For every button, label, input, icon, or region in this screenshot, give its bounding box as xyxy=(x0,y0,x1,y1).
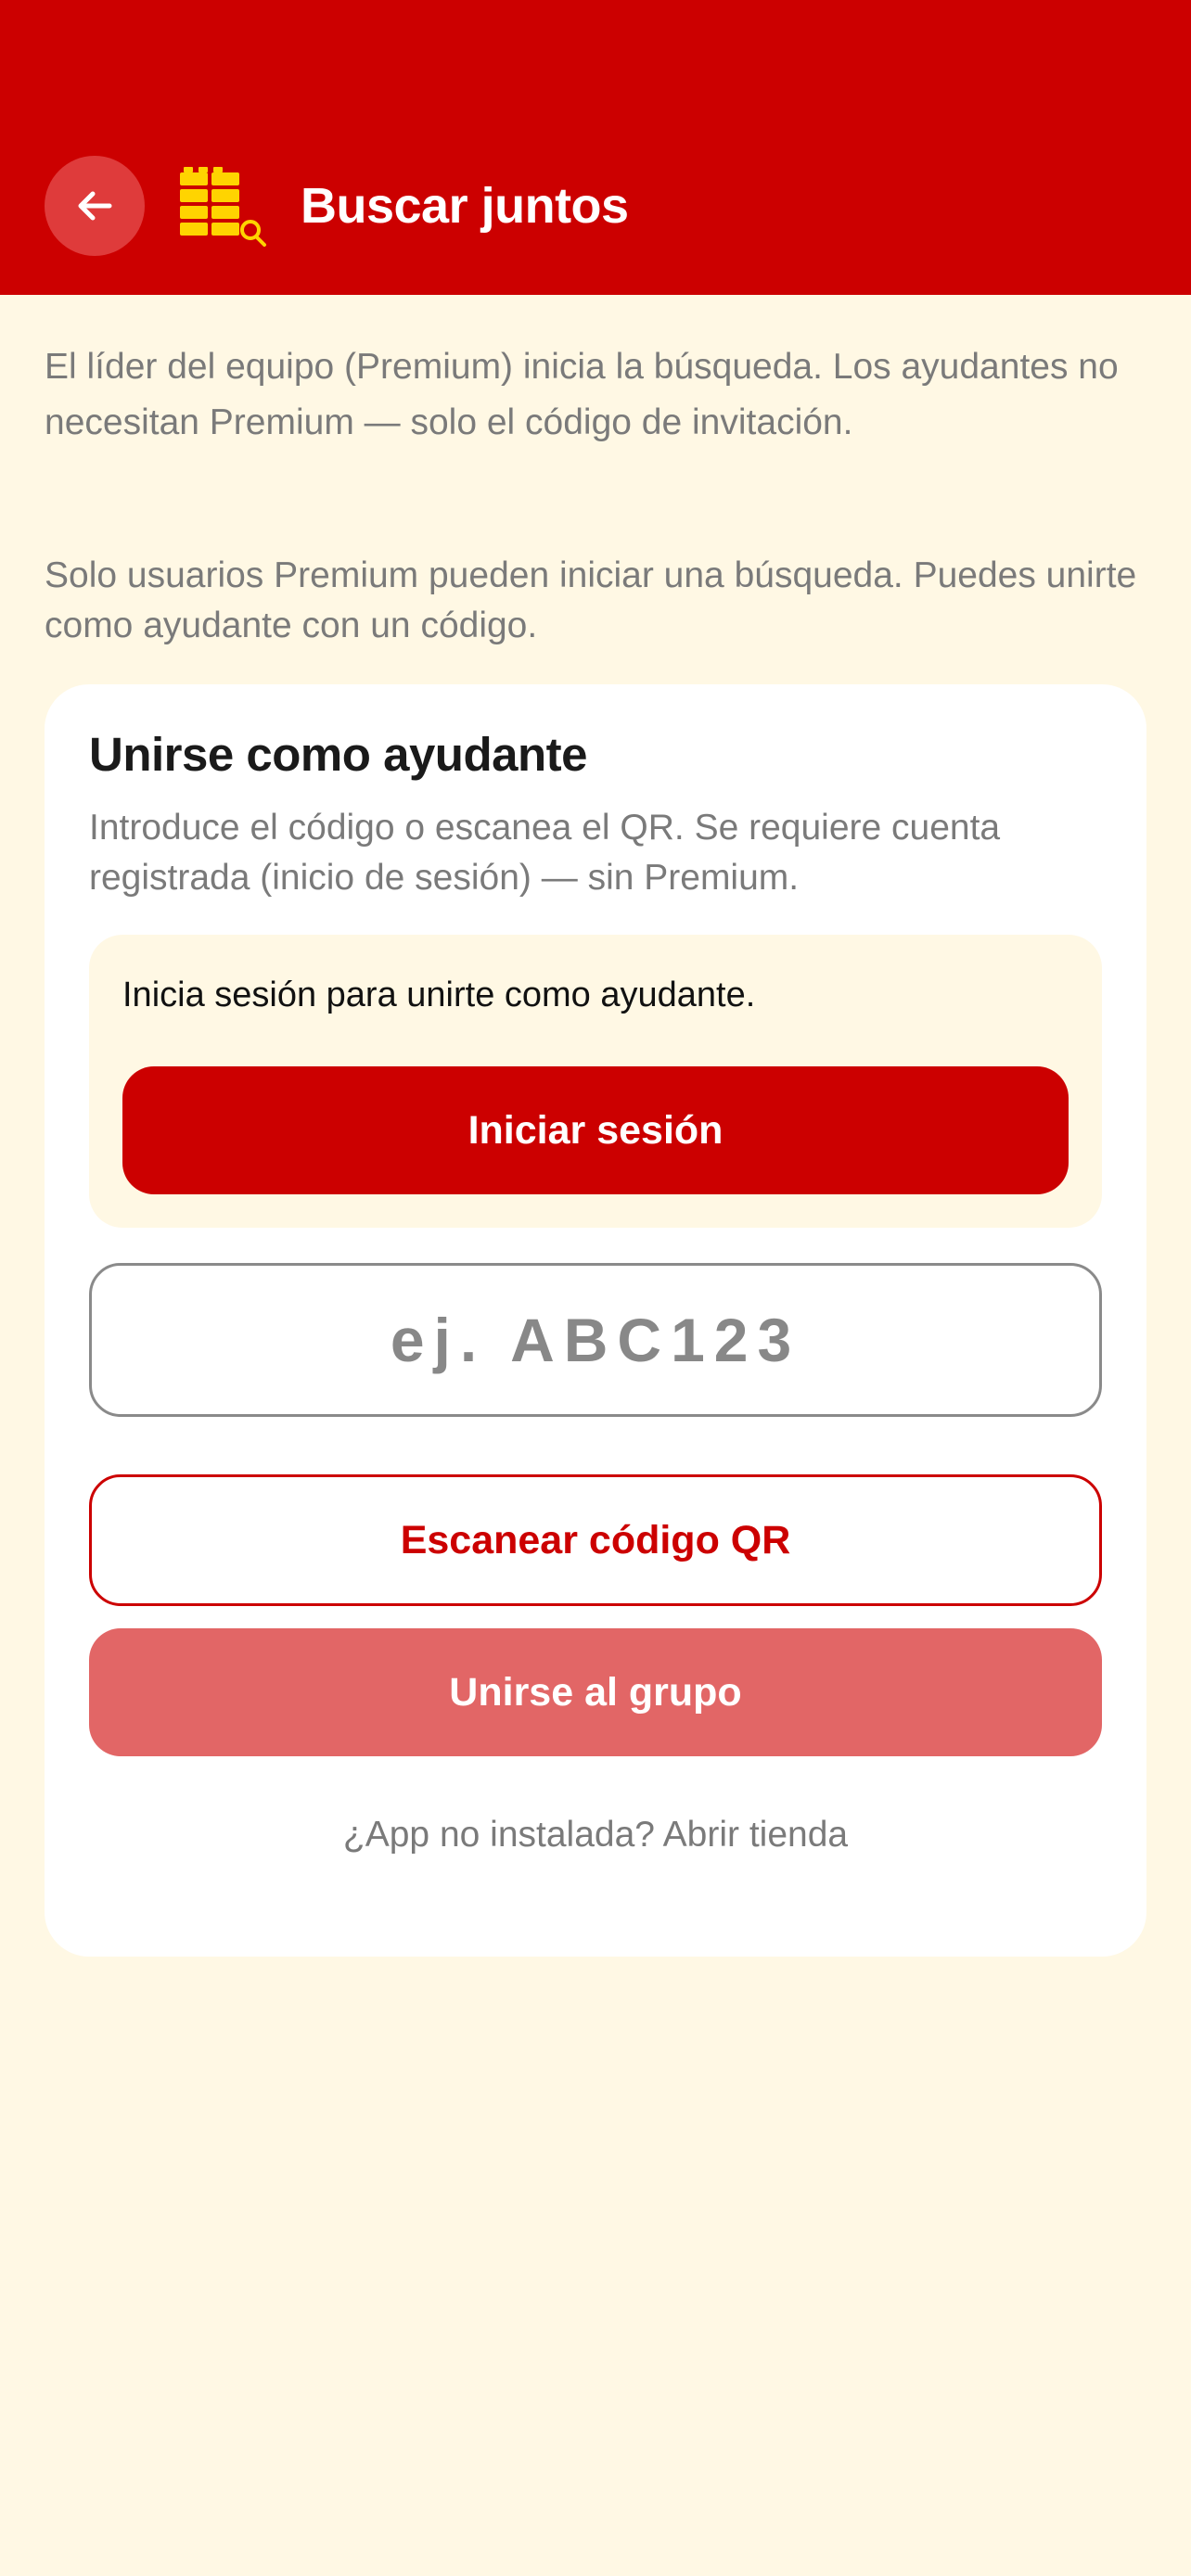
page-title: Buscar juntos xyxy=(301,178,629,234)
login-button[interactable]: Iniciar sesión xyxy=(122,1066,1069,1194)
card-title: Unirse como ayudante xyxy=(89,728,587,781)
premium-notice: Solo usuarios Premium pueden iniciar una… xyxy=(45,555,1137,645)
invite-code-input[interactable] xyxy=(89,1263,1102,1417)
bricks-search-icon xyxy=(180,167,266,247)
arrow-left-icon xyxy=(78,191,112,221)
app-header: Buscar juntos xyxy=(0,0,1191,295)
login-prompt-box: Inicia sesión para unirte como ayudante.… xyxy=(89,935,1102,1228)
scan-qr-button[interactable]: Escanear código QR xyxy=(89,1474,1102,1606)
join-group-button[interactable]: Unirse al grupo xyxy=(89,1628,1102,1756)
card-description: Introduce el código o escanea el QR. Se … xyxy=(89,808,1001,898)
login-prompt-text: Inicia sesión para unirte como ayudante. xyxy=(122,976,756,1014)
open-store-link[interactable]: ¿App no instalada? Abrir tienda xyxy=(89,1812,1102,1858)
back-button[interactable] xyxy=(45,156,145,256)
join-card: Unirse como ayudante Introduce el código… xyxy=(45,684,1146,1957)
intro-text: El líder del equipo (Premium) inicia la … xyxy=(45,347,1119,442)
